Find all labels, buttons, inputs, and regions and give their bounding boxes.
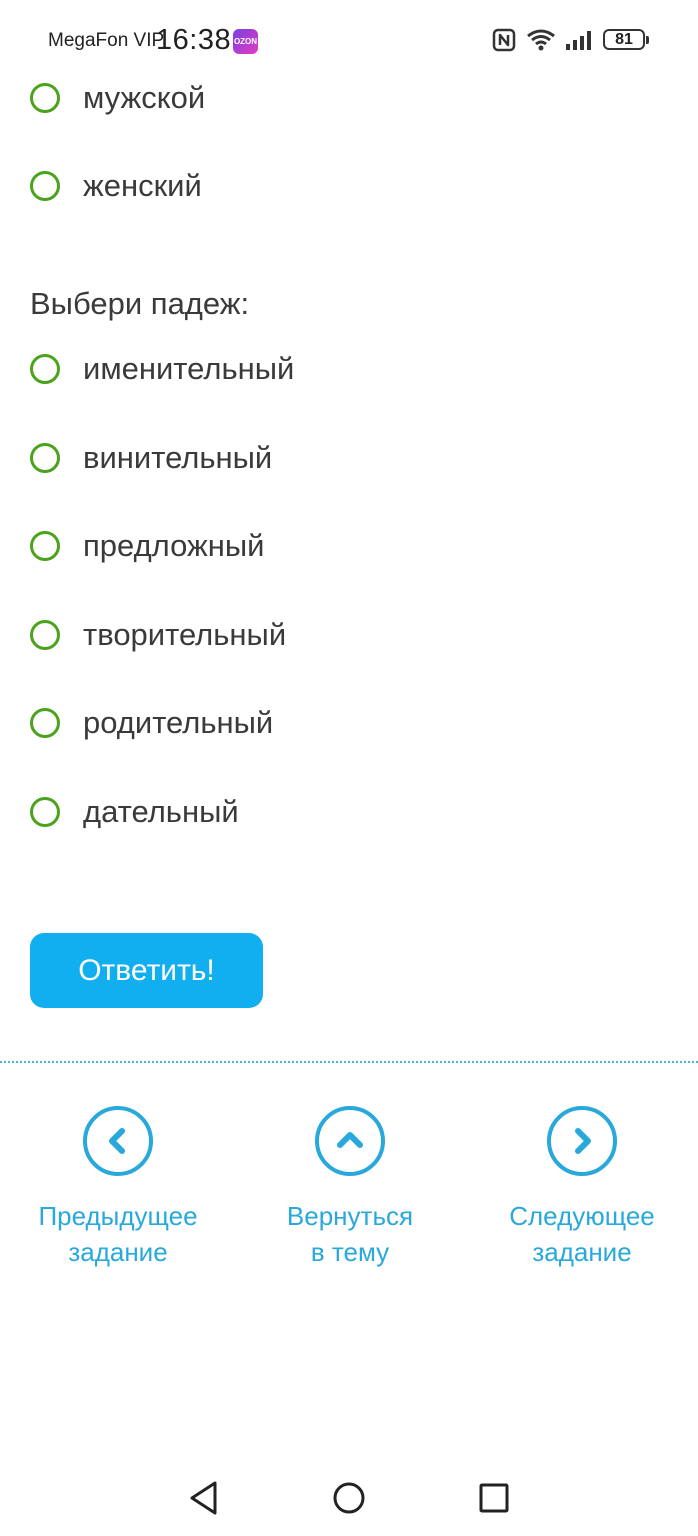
recents-square-icon[interactable] bbox=[478, 1480, 510, 1516]
case-prompt: Выбери падеж: bbox=[30, 286, 250, 321]
previous-task-line1: Предыдущее bbox=[38, 1201, 198, 1231]
battery-tip bbox=[646, 36, 649, 44]
status-bar: MegaFon VIP 16:38 OZON 81 bbox=[0, 0, 698, 82]
radio-option-masculine[interactable]: мужской bbox=[30, 73, 205, 123]
radio-option-instrumental[interactable]: творительный bbox=[30, 610, 286, 660]
system-navigation-bar bbox=[0, 1460, 698, 1536]
radio-circle[interactable] bbox=[30, 171, 60, 201]
option-label: именительный bbox=[83, 351, 295, 386]
radio-circle[interactable] bbox=[30, 708, 60, 738]
radio-option-genitive[interactable]: родительный bbox=[30, 698, 273, 748]
radio-option-nominative[interactable]: именительный bbox=[30, 344, 294, 394]
battery-level: 81 bbox=[615, 30, 633, 48]
back-to-topic-line1: Вернуться bbox=[286, 1201, 414, 1231]
chevron-right-icon[interactable] bbox=[547, 1106, 617, 1176]
option-label: творительный bbox=[83, 617, 287, 652]
next-task-label[interactable]: Следующее задание bbox=[482, 1198, 682, 1270]
home-circle-icon[interactable] bbox=[332, 1480, 366, 1516]
radio-circle[interactable] bbox=[30, 531, 60, 561]
next-task-line2: задание bbox=[532, 1237, 632, 1267]
radio-circle[interactable] bbox=[30, 354, 60, 384]
radio-circle[interactable] bbox=[30, 620, 60, 650]
chevron-up-icon[interactable] bbox=[315, 1106, 385, 1176]
chevron-left-icon[interactable] bbox=[83, 1106, 153, 1176]
back-to-topic-label[interactable]: Вернуться в тему bbox=[250, 1198, 450, 1270]
radio-circle[interactable] bbox=[30, 797, 60, 827]
signal-icon bbox=[566, 31, 591, 50]
back-triangle-icon[interactable] bbox=[188, 1480, 220, 1516]
radio-option-feminine[interactable]: женский bbox=[30, 161, 202, 211]
option-label: винительный bbox=[83, 440, 273, 475]
option-label: дательный bbox=[83, 794, 239, 829]
back-to-topic-link[interactable]: Вернуться в тему bbox=[250, 1106, 450, 1270]
radio-circle[interactable] bbox=[30, 443, 60, 473]
radio-option-accusative[interactable]: винительный bbox=[30, 433, 272, 483]
option-label: женский bbox=[83, 168, 202, 203]
battery-icon: 81 bbox=[603, 29, 645, 50]
wifi-icon bbox=[527, 29, 555, 51]
option-label: родительный bbox=[83, 705, 274, 740]
status-time: 16:38 bbox=[156, 24, 232, 56]
nfc-icon bbox=[492, 28, 516, 52]
radio-option-prepositional[interactable]: предложный bbox=[30, 521, 264, 571]
previous-task-label[interactable]: Предыдущее задание bbox=[18, 1198, 218, 1270]
ozon-app-icon: OZON bbox=[233, 29, 258, 54]
back-to-topic-line2: в тему bbox=[310, 1237, 390, 1267]
option-label: предложный bbox=[83, 528, 265, 563]
option-label: мужской bbox=[83, 80, 206, 115]
carrier-name: MegaFon VIP bbox=[48, 30, 165, 51]
next-task-link[interactable]: Следующее задание bbox=[482, 1106, 682, 1270]
radio-option-dative[interactable]: дательный bbox=[30, 787, 239, 837]
radio-circle[interactable] bbox=[30, 83, 60, 113]
previous-task-link[interactable]: Предыдущее задание bbox=[18, 1106, 218, 1270]
next-task-line1: Следующее bbox=[509, 1201, 655, 1231]
divider bbox=[0, 1061, 698, 1063]
previous-task-line2: задание bbox=[68, 1237, 168, 1267]
answer-button[interactable]: Ответить! bbox=[30, 933, 263, 1008]
